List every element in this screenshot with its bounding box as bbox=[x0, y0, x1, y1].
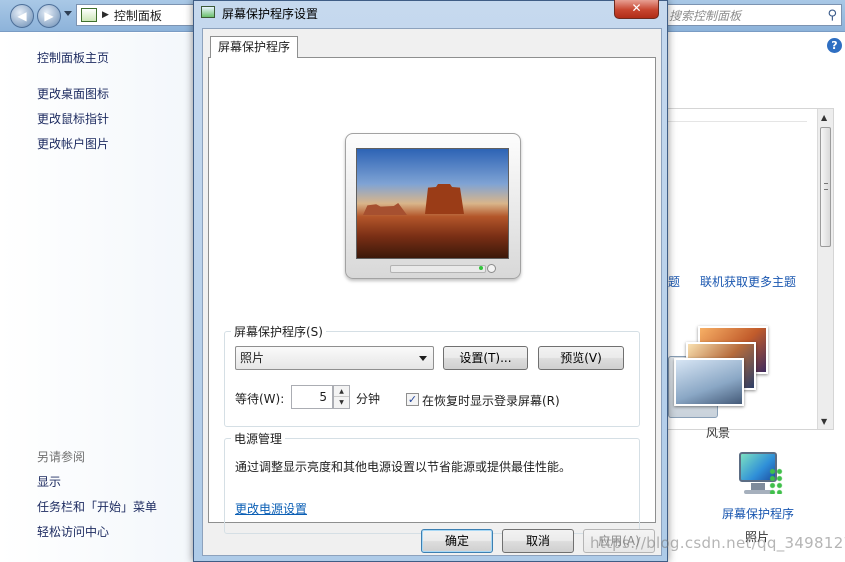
settings-button[interactable]: 设置(T)... bbox=[443, 346, 528, 370]
wait-unit-label: 分钟 bbox=[356, 392, 381, 406]
screensaver-group-legend: 屏幕保护程序(S) bbox=[231, 323, 326, 340]
wait-spinner[interactable]: ▲ ▼ bbox=[333, 385, 350, 409]
resume-logon-label[interactable]: 在恢复时显示登录屏幕(R) bbox=[422, 392, 560, 409]
distant-butte bbox=[363, 203, 407, 215]
breadcrumb-chevron-icon[interactable]: ▶ bbox=[102, 10, 109, 20]
control-panel-icon bbox=[81, 8, 97, 22]
screensaver-settings-dialog: 屏幕保护程序设置 ✕ 屏幕保护程序 屏幕保护程序(S) 照片 设置(T)... bbox=[193, 0, 668, 562]
tab-screensaver[interactable]: 屏幕保护程序 bbox=[210, 36, 299, 58]
address-bar[interactable]: ▶ 控制面板 bbox=[76, 4, 196, 26]
change-power-settings-link[interactable]: 更改电源设置 bbox=[235, 500, 307, 517]
search-placeholder: 搜索控制面板 bbox=[669, 8, 742, 23]
chevron-down-icon[interactable] bbox=[419, 356, 427, 361]
power-management-group: 电源管理 通过调整显示亮度和其他电源设置以节省能源或提供最佳性能。 更改电源设置 bbox=[224, 430, 640, 534]
breadcrumb[interactable]: 控制面板 bbox=[114, 7, 162, 24]
screensaver-group: 屏幕保护程序(S) 照片 设置(T)... 预览(V) 等待(W): 5 ▲ ▼… bbox=[224, 323, 640, 427]
landscapes-theme-thumbnail[interactable] bbox=[668, 322, 776, 420]
screensaver-dots-icon bbox=[769, 468, 783, 494]
monitor-icon-foot bbox=[744, 490, 772, 494]
nav-change-desktop-icons[interactable]: 更改桌面图标 bbox=[37, 85, 109, 102]
spin-down-icon[interactable]: ▼ bbox=[334, 397, 349, 408]
dialog-client-area: 屏幕保护程序 屏幕保护程序(S) 照片 设置(T)... 预览(V) 等待(W)… bbox=[202, 28, 662, 556]
ok-button[interactable]: 确定 bbox=[421, 529, 493, 553]
wait-minutes-input[interactable]: 5 bbox=[291, 385, 333, 409]
back-arrow-icon[interactable]: ◀ bbox=[10, 4, 34, 28]
watermark: https://blog.csdn.net/qq_34981272 bbox=[590, 534, 845, 552]
get-more-themes-link[interactable]: 联机获取更多主题 bbox=[700, 273, 796, 290]
nav-change-mouse-pointers[interactable]: 更改鼠标指针 bbox=[37, 110, 109, 127]
close-button[interactable]: ✕ bbox=[614, 0, 659, 19]
resume-logon-checkbox[interactable]: ✓ bbox=[406, 393, 419, 406]
preview-screen-image bbox=[356, 148, 509, 259]
wait-label: 等待(W): bbox=[235, 392, 285, 406]
screensaver-select-value: 照片 bbox=[240, 351, 265, 365]
forward-arrow-icon[interactable]: ▶ bbox=[37, 4, 61, 28]
preview-button[interactable]: 预览(V) bbox=[538, 346, 624, 370]
power-button-icon bbox=[487, 264, 496, 273]
cancel-button[interactable]: 取消 bbox=[502, 529, 574, 553]
screensaver-icon[interactable] bbox=[735, 450, 783, 498]
scroll-up-arrow-icon[interactable]: ▲ bbox=[821, 113, 827, 122]
see-also-header: 另请参阅 bbox=[37, 450, 86, 464]
gallery-divider bbox=[667, 121, 807, 122]
help-icon[interactable]: ? bbox=[827, 38, 842, 53]
theme-caption: 风景 bbox=[706, 426, 731, 440]
search-icon[interactable]: ⚲ bbox=[827, 8, 837, 23]
tab-panel: 屏幕保护程序(S) 照片 设置(T)... 预览(V) 等待(W): 5 ▲ ▼… bbox=[208, 57, 656, 534]
dialog-monitor-icon bbox=[201, 6, 215, 18]
screensaver-select[interactable]: 照片 bbox=[235, 346, 434, 370]
nav-control-panel-home[interactable]: 控制面板主页 bbox=[37, 49, 109, 66]
spin-up-icon[interactable]: ▲ bbox=[334, 386, 349, 397]
search-input[interactable]: 搜索控制面板 ⚲ bbox=[660, 4, 842, 26]
theme-link-partial[interactable]: 题 bbox=[668, 273, 680, 290]
scroll-down-arrow-icon[interactable]: ▼ bbox=[821, 417, 827, 426]
history-dropdown-icon[interactable] bbox=[64, 11, 72, 16]
scroll-thumb[interactable] bbox=[820, 127, 831, 247]
nav-change-account-picture[interactable]: 更改帐户图片 bbox=[37, 135, 109, 152]
monitor-bezel-bottom bbox=[390, 265, 486, 273]
theme-image-3 bbox=[674, 358, 744, 406]
butte bbox=[425, 184, 464, 214]
theme-gallery-scrollbar[interactable]: ▲ ▼ bbox=[817, 109, 833, 429]
nav-taskbar-start-menu[interactable]: 任务栏和「开始」菜单 bbox=[37, 498, 157, 515]
power-description: 通过调整显示亮度和其他电源设置以节省能源或提供最佳性能。 bbox=[235, 460, 572, 474]
monitor-preview bbox=[345, 133, 521, 279]
nav-display[interactable]: 显示 bbox=[37, 473, 61, 490]
nav-ease-of-access[interactable]: 轻松访问中心 bbox=[37, 523, 109, 540]
power-group-legend: 电源管理 bbox=[231, 430, 286, 447]
dialog-title: 屏幕保护程序设置 bbox=[222, 7, 319, 21]
scroll-grip-icon bbox=[824, 183, 828, 190]
power-led-icon bbox=[479, 266, 483, 270]
screensaver-link[interactable]: 屏幕保护程序 bbox=[722, 505, 794, 522]
